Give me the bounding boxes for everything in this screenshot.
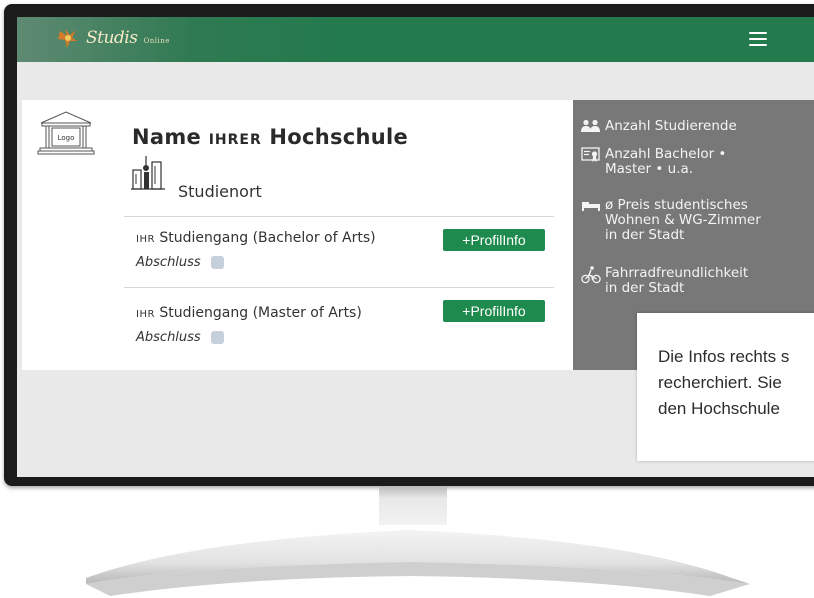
course-title: Studiengang (Master of Arts) bbox=[159, 305, 362, 321]
abschluss-label: Abschluss bbox=[136, 255, 201, 270]
certificate-icon bbox=[581, 147, 600, 162]
brand-name: Studis bbox=[86, 28, 138, 48]
side-item-line: Wohnen & WG-Zimmer bbox=[605, 212, 761, 228]
monitor-stand-base bbox=[86, 530, 750, 596]
side-item-studierende: Anzahl Studierende bbox=[581, 119, 737, 134]
divider bbox=[124, 287, 554, 288]
side-item-line: Anzahl Bachelor • bbox=[605, 146, 727, 162]
course-prefix: Ihr bbox=[136, 234, 155, 245]
popup-line: Die Infos rechts s bbox=[658, 347, 790, 366]
logo-label: Logo bbox=[58, 134, 75, 142]
studienort-label: Studienort bbox=[178, 182, 262, 201]
people-icon bbox=[581, 119, 600, 132]
profilinfo-button-bachelor[interactable]: +ProfilInfo bbox=[443, 229, 545, 251]
bicycle-icon bbox=[581, 266, 601, 284]
side-item-wohnen: ø Preis studentisches Wohnen & WG-Zimmer… bbox=[581, 198, 761, 243]
side-item-line: Master • u.a. bbox=[605, 161, 694, 177]
side-item-line: Fahrradfreundlichkeit bbox=[605, 265, 749, 281]
brand-logo[interactable]: Studis Online bbox=[56, 27, 170, 49]
popup-line: den Hochschule bbox=[658, 399, 780, 418]
info-icon[interactable] bbox=[210, 331, 224, 344]
bed-icon bbox=[582, 202, 600, 211]
abschluss-bachelor: Abschluss bbox=[136, 255, 224, 270]
university-logo-icon: Logo bbox=[37, 111, 95, 155]
course-name-bachelor: Ihr Studiengang (Bachelor of Arts) bbox=[136, 230, 376, 246]
course-name-master: Ihr Studiengang (Master of Arts) bbox=[136, 305, 362, 321]
side-item-line: Anzahl Studierende bbox=[605, 118, 737, 134]
side-item-line: in der Stadt bbox=[605, 280, 685, 296]
brand-subtitle: Online bbox=[143, 36, 170, 45]
abschluss-label: Abschluss bbox=[136, 330, 201, 345]
side-item-line: ø Preis studentisches bbox=[605, 197, 748, 213]
title-hochschule: Hochschule bbox=[269, 125, 409, 149]
city-buildings-icon bbox=[131, 156, 165, 190]
hamburger-menu-icon[interactable] bbox=[749, 32, 767, 46]
title-ihrer: Ihrer bbox=[208, 132, 262, 148]
divider bbox=[124, 216, 554, 217]
top-bar: Studis Online bbox=[17, 17, 814, 62]
side-item-abschluesse: Anzahl Bachelor • Master • u.a. bbox=[581, 147, 726, 177]
monitor-frame: Studis Online Logo Name Ihrer Hoch bbox=[4, 4, 814, 486]
info-popup: Die Infos rechts s recherchiert. Sie den… bbox=[637, 313, 814, 461]
abschluss-master: Abschluss bbox=[136, 330, 224, 345]
university-title: Name Ihrer Hochschule bbox=[132, 125, 408, 149]
popup-line: recherchiert. Sie bbox=[658, 373, 782, 392]
side-item-fahrrad: Fahrradfreundlichkeit in der Stadt bbox=[581, 266, 748, 296]
screen: Studis Online Logo Name Ihrer Hoch bbox=[17, 17, 814, 477]
course-title: Studiengang (Bachelor of Arts) bbox=[159, 230, 376, 246]
profilinfo-button-master[interactable]: +ProfilInfo bbox=[443, 300, 545, 322]
brand-icon bbox=[58, 29, 78, 48]
side-item-line: in der Stadt bbox=[605, 227, 685, 243]
info-icon[interactable] bbox=[210, 256, 224, 269]
university-card: Logo Name Ihrer Hochschule Studienort bbox=[22, 100, 578, 370]
course-prefix: Ihr bbox=[136, 309, 155, 320]
title-name: Name bbox=[132, 125, 202, 149]
